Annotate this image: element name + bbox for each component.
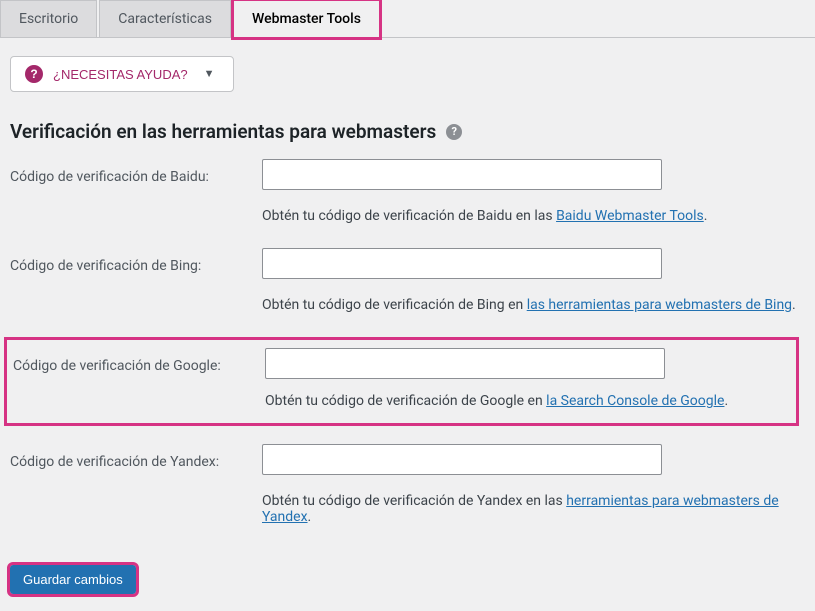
save-button[interactable]: Guardar cambios [10, 565, 136, 594]
label-yandex: Código de verificación de Yandex: [10, 444, 262, 470]
hint-google: Obtén tu código de verificación de Googl… [265, 393, 796, 409]
link-bing[interactable]: las herramientas para webmasters de Bing [527, 297, 792, 313]
chevron-down-icon: ▼ [204, 68, 215, 80]
label-google: Código de verificación de Google: [7, 348, 265, 374]
row-google: Código de verificación de Google: [7, 348, 796, 379]
content-area: ? ¿NECESITAS AYUDA? ▼ Verificación en la… [0, 38, 815, 604]
link-google[interactable]: la Search Console de Google [546, 393, 724, 409]
hint-yandex: Obtén tu código de verificación de Yande… [262, 493, 805, 525]
page-title-text: Verificación en las herramientas para we… [10, 120, 436, 143]
hint-bing: Obtén tu código de verificación de Bing … [262, 297, 805, 313]
tab-caracteristicas[interactable]: Características [99, 0, 231, 37]
form-table: Código de verificación de Baidu: Obtén t… [10, 159, 805, 525]
help-label: ¿NECESITAS AYUDA? [53, 67, 188, 82]
input-bing[interactable] [262, 248, 662, 279]
label-bing: Código de verificación de Bing: [10, 248, 262, 274]
row-yandex: Código de verificación de Yandex: [10, 444, 805, 475]
input-google[interactable] [265, 348, 665, 379]
input-yandex[interactable] [262, 444, 662, 475]
help-button[interactable]: ? ¿NECESITAS AYUDA? ▼ [10, 56, 234, 92]
highlighted-google-section: Código de verificación de Google: Obtén … [4, 337, 799, 426]
tab-escritorio[interactable]: Escritorio [0, 0, 97, 37]
tab-bar: Escritorio Características Webmaster Too… [0, 0, 815, 38]
page-title: Verificación en las herramientas para we… [10, 120, 805, 143]
hint-baidu: Obtén tu código de verificación de Baidu… [262, 208, 805, 224]
row-baidu: Código de verificación de Baidu: [10, 159, 805, 190]
tab-webmaster-tools[interactable]: Webmaster Tools [233, 0, 380, 38]
row-bing: Código de verificación de Bing: [10, 248, 805, 279]
input-baidu[interactable] [262, 159, 662, 190]
info-icon[interactable]: ? [446, 124, 462, 140]
label-baidu: Código de verificación de Baidu: [10, 159, 262, 185]
question-icon: ? [25, 65, 43, 83]
link-baidu[interactable]: Baidu Webmaster Tools [556, 208, 704, 224]
